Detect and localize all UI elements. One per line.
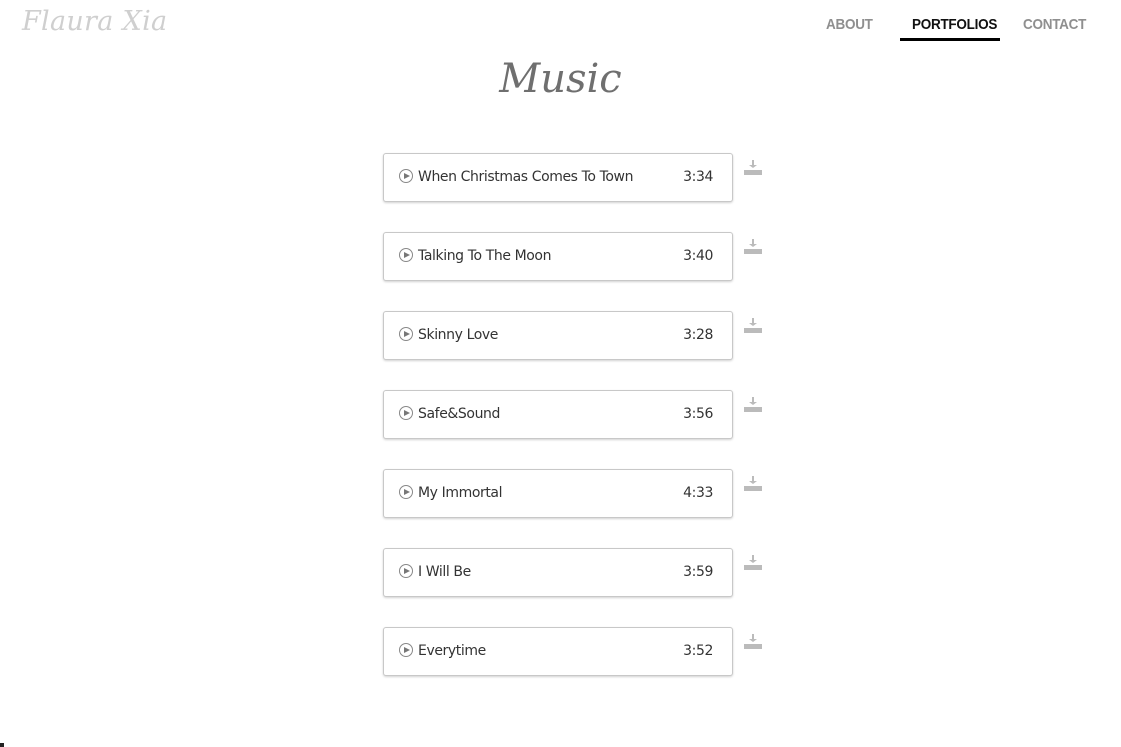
track-title: Everytime bbox=[418, 643, 486, 659]
download-icon[interactable] bbox=[744, 239, 762, 255]
download-icon[interactable] bbox=[744, 397, 762, 413]
play-icon[interactable] bbox=[399, 169, 413, 183]
track-player[interactable]: When Christmas Comes To Town 3:34 bbox=[383, 153, 762, 202]
main-nav: ABOUT PORTFOLIOS CONTACT bbox=[800, 16, 1100, 46]
track-duration: 3:34 bbox=[683, 169, 713, 185]
nav-active-underline bbox=[900, 38, 1000, 41]
download-icon[interactable] bbox=[744, 160, 762, 176]
track-title: My Immortal bbox=[418, 485, 503, 501]
track-player[interactable]: Skinny Love 3:28 bbox=[383, 311, 762, 360]
track-duration: 3:56 bbox=[683, 406, 713, 422]
nav-contact[interactable]: CONTACT bbox=[1023, 16, 1086, 33]
track-duration: 3:52 bbox=[683, 643, 713, 659]
download-icon[interactable] bbox=[744, 476, 762, 492]
play-icon[interactable] bbox=[399, 327, 413, 341]
track-duration: 4:33 bbox=[683, 485, 713, 501]
track-duration: 3:59 bbox=[683, 564, 713, 580]
track-duration: 3:28 bbox=[683, 327, 713, 343]
play-icon[interactable] bbox=[399, 485, 413, 499]
download-icon[interactable] bbox=[744, 555, 762, 571]
download-icon[interactable] bbox=[744, 634, 762, 650]
window-corner bbox=[0, 743, 4, 747]
track-title: When Christmas Comes To Town bbox=[418, 169, 634, 185]
track-title: Skinny Love bbox=[418, 327, 498, 343]
track-duration: 3:40 bbox=[683, 248, 713, 264]
track-player[interactable]: I Will Be 3:59 bbox=[383, 548, 762, 597]
play-icon[interactable] bbox=[399, 564, 413, 578]
track-title: I Will Be bbox=[418, 564, 471, 580]
track-title: Talking To The Moon bbox=[418, 248, 552, 264]
site-logo[interactable]: Flaura Xia bbox=[22, 6, 167, 37]
nav-portfolios[interactable]: PORTFOLIOS bbox=[912, 16, 997, 33]
play-icon[interactable] bbox=[399, 643, 413, 657]
track-player[interactable]: My Immortal 4:33 bbox=[383, 469, 762, 518]
download-icon[interactable] bbox=[744, 318, 762, 334]
play-icon[interactable] bbox=[399, 248, 413, 262]
track-player[interactable]: Safe&Sound 3:56 bbox=[383, 390, 762, 439]
nav-about[interactable]: ABOUT bbox=[826, 16, 873, 33]
play-icon[interactable] bbox=[399, 406, 413, 420]
track-title: Safe&Sound bbox=[418, 406, 501, 422]
page-title: Music bbox=[499, 56, 622, 102]
track-player[interactable]: Everytime 3:52 bbox=[383, 627, 762, 676]
track-player[interactable]: Talking To The Moon 3:40 bbox=[383, 232, 762, 281]
